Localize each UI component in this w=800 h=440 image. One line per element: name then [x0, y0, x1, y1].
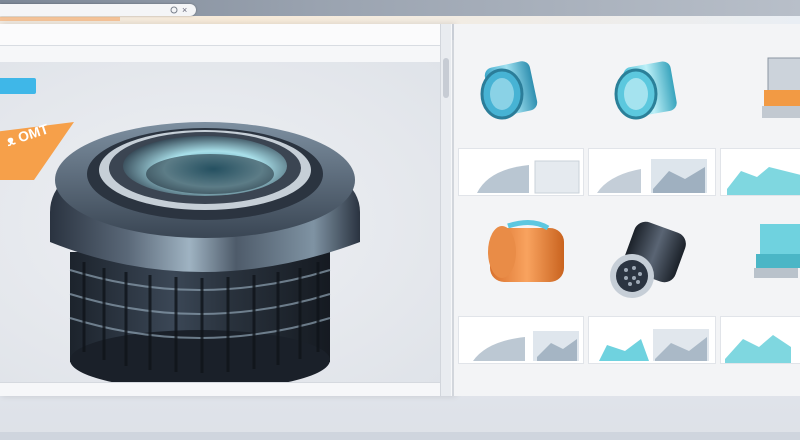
thumbnail-preview	[473, 331, 579, 361]
steel-block-icon[interactable]	[756, 50, 800, 140]
secondary-toolbar	[0, 46, 440, 63]
status-bar	[0, 382, 440, 396]
address-bar[interactable]: ×	[0, 4, 196, 16]
model-canvas[interactable]	[0, 62, 440, 382]
active-tab-indicator	[0, 17, 120, 21]
menu-bar	[0, 24, 440, 46]
thumbnail-card[interactable]	[588, 148, 716, 196]
blue-cylinder-icon[interactable]	[472, 54, 550, 128]
editor-window: ᴥ OMT	[0, 24, 454, 396]
scrollbar-thumb[interactable]	[443, 58, 449, 98]
vertical-scrollbar[interactable]	[440, 24, 451, 396]
thumbnail-card[interactable]	[458, 148, 584, 196]
close-icon[interactable]: ×	[182, 4, 187, 16]
blue-tag-button[interactable]	[0, 78, 36, 94]
thumbnail-card[interactable]	[458, 316, 584, 364]
connector-icon[interactable]	[604, 220, 694, 302]
thumbnail-card[interactable]	[588, 316, 716, 364]
thumbnail-preview	[599, 329, 709, 361]
thumbnail-card[interactable]	[720, 148, 800, 196]
bearing-model[interactable]	[0, 62, 440, 382]
product-gallery	[454, 24, 800, 396]
lock-icon	[170, 6, 178, 14]
teal-cylinder-icon[interactable]	[606, 54, 686, 128]
thumbnail-preview	[477, 160, 580, 194]
tab-strip	[0, 16, 800, 24]
thumbnail-preview	[727, 167, 800, 195]
thumbnail-preview	[725, 335, 791, 363]
thumbnail-card[interactable]	[720, 316, 800, 364]
thumbnail-preview	[597, 159, 707, 193]
taskbar	[0, 432, 800, 440]
teal-block-icon[interactable]	[750, 214, 800, 290]
orange-bucket-icon[interactable]	[472, 216, 572, 292]
